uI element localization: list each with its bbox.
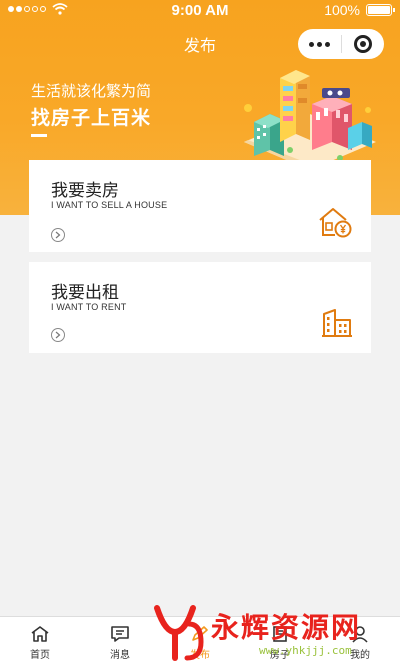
publish-icon [192,626,208,641]
banner-underline [31,134,47,137]
close-button[interactable] [342,35,384,53]
city-buildings-illustration [244,70,376,170]
arrow-right-circle-icon[interactable] [51,228,65,242]
tab-messages[interactable]: 消息 [80,617,160,666]
battery-percent: 100% [324,2,360,18]
target-close-icon [354,35,372,53]
home-icon [31,626,49,642]
banner-title: 找房子上百米 [31,108,152,129]
house-list-icon [273,626,287,642]
rent-subtitle: I WANT TO RENT [51,302,127,312]
arrow-right-circle-icon[interactable] [51,328,65,342]
more-dots-icon[interactable] [298,41,341,47]
status-bar: 9:00 AM 100% [0,0,400,22]
tab-houses-label: 房子 [270,650,290,661]
tab-publish[interactable]: 发布 [160,617,240,666]
banner-subtitle: 生活就该化繁为简 [31,83,152,100]
mini-program-capsule [298,29,384,59]
tab-profile-label: 我的 [350,650,370,661]
rent-title: 我要出租 [51,283,119,302]
tab-messages-label: 消息 [110,650,130,661]
sell-house-card[interactable]: 我要卖房 I WANT TO SELL A HOUSE [29,160,371,252]
tab-home[interactable]: 首页 [0,617,80,666]
sell-house-subtitle: I WANT TO SELL A HOUSE [51,200,168,210]
tab-bar: 首页 消息 发布 房子 我的 [0,616,400,666]
house-yuan-icon [319,208,352,238]
building-icon [322,309,352,337]
tab-profile[interactable]: 我的 [320,617,400,666]
battery-icon [366,4,395,16]
tab-home-label: 首页 [30,650,50,661]
user-icon [352,626,368,643]
sell-house-title: 我要卖房 [51,181,119,200]
message-icon [111,626,129,642]
rent-card[interactable]: 我要出租 I WANT TO RENT [29,262,371,353]
tab-publish-label: 发布 [190,650,210,661]
tab-houses[interactable]: 房子 [240,617,320,666]
